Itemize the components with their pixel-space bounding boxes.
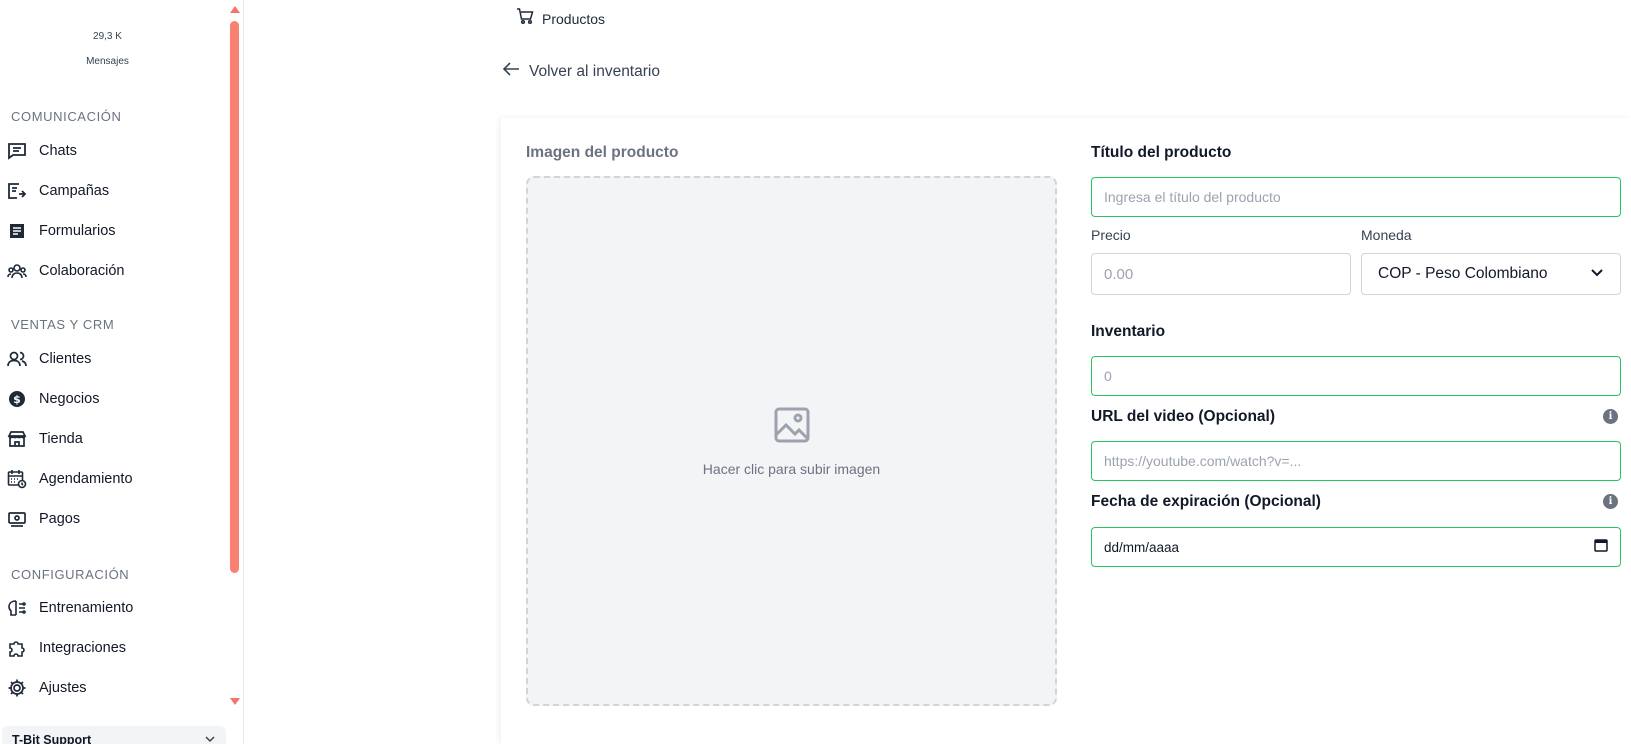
campaign-icon xyxy=(6,180,28,202)
cart-icon xyxy=(516,7,534,30)
gear-icon xyxy=(6,677,28,699)
sidebar-item-label: Agendamiento xyxy=(39,471,133,487)
sidebar-item-label: Chats xyxy=(39,143,77,159)
sidebar-item-training[interactable]: Entrenamiento xyxy=(6,592,221,624)
sidebar-item-label: Clientes xyxy=(39,351,92,367)
product-title-input[interactable] xyxy=(1091,177,1621,217)
back-to-inventory-link[interactable]: Volver al inventario xyxy=(502,61,660,82)
expiry-date-value: dd/mm/aaaa xyxy=(1104,539,1180,555)
expiry-date-input[interactable]: dd/mm/aaaa xyxy=(1091,527,1621,567)
account-name: T-Bit Support xyxy=(12,733,92,744)
sidebar-item-deals[interactable]: $ Negocios xyxy=(6,383,221,415)
messages-count: 29,3 K xyxy=(93,31,122,42)
sidebar-item-label: Tienda xyxy=(39,431,83,447)
team-icon xyxy=(6,260,28,282)
puzzle-icon xyxy=(6,637,28,659)
image-placeholder-icon xyxy=(773,406,811,449)
sidebar-item-forms[interactable]: Formularios xyxy=(6,215,221,247)
sidebar-scrollbar[interactable] xyxy=(229,6,240,710)
scroll-thumb[interactable] xyxy=(230,21,239,573)
svg-text:$: $ xyxy=(13,393,21,406)
brain-icon xyxy=(6,597,28,619)
video-url-label: URL del video (Opcional) xyxy=(1091,408,1276,425)
title-label: Título del producto xyxy=(1091,144,1232,161)
price-label: Precio xyxy=(1091,227,1131,243)
expiry-date-label: Fecha de expiración (Opcional) xyxy=(1091,493,1321,510)
sidebar-item-label: Pagos xyxy=(39,511,81,527)
sidebar-item-label: Integraciones xyxy=(39,640,127,656)
chevron-down-icon xyxy=(1590,265,1604,284)
users-icon xyxy=(6,348,28,370)
sidebar-item-scheduling[interactable]: Agendamiento xyxy=(6,463,221,495)
currency-select[interactable]: COP - Peso Colombiano xyxy=(1361,253,1621,295)
sidebar-item-clients[interactable]: Clientes xyxy=(6,343,221,375)
sidebar-item-integrations[interactable]: Integraciones xyxy=(6,632,221,664)
section-title-settings: Configuración xyxy=(11,567,130,582)
sidebar-item-campaigns[interactable]: Campañas xyxy=(6,175,221,207)
calendar-icon xyxy=(6,468,28,490)
sidebar-item-label: Formularios xyxy=(39,223,116,239)
sidebar-item-label: Ajustes xyxy=(39,680,87,696)
sidebar: 29,3 K Mensajes Comunicación Chats Campa… xyxy=(0,0,244,744)
image-upload-dropzone[interactable]: Hacer clic para subir imagen xyxy=(526,176,1057,706)
upload-hint: Hacer clic para subir imagen xyxy=(702,460,881,477)
sidebar-item-label: Colaboración xyxy=(39,263,125,279)
payment-icon xyxy=(6,508,28,530)
messages-label: Mensajes xyxy=(86,56,129,67)
calendar-icon[interactable] xyxy=(1594,538,1608,557)
currency-value: COP - Peso Colombiano xyxy=(1378,265,1548,282)
account-switcher[interactable]: T-Bit Support xyxy=(2,726,226,744)
sidebar-item-label: Entrenamiento xyxy=(39,600,134,616)
section-title-sales: Ventas y CRM xyxy=(11,317,115,332)
image-label: Imagen del producto xyxy=(526,144,679,161)
scroll-up-arrow-icon[interactable] xyxy=(230,6,240,13)
arrow-left-icon xyxy=(502,61,520,82)
inventory-label: Inventario xyxy=(1091,323,1166,340)
info-icon[interactable]: i xyxy=(1603,494,1618,509)
sidebar-item-store[interactable]: Tienda xyxy=(6,423,221,455)
back-link-label: Volver al inventario xyxy=(529,62,660,80)
video-url-input[interactable] xyxy=(1091,441,1621,481)
breadcrumb-label: Productos xyxy=(542,10,606,27)
sidebar-item-payments[interactable]: Pagos xyxy=(6,503,221,535)
form-icon xyxy=(6,220,28,242)
info-icon[interactable]: i xyxy=(1603,409,1618,424)
store-icon xyxy=(6,428,28,450)
sidebar-item-settings[interactable]: Ajustes xyxy=(6,672,221,704)
section-title-communication: Comunicación xyxy=(11,109,122,124)
scroll-down-arrow-icon[interactable] xyxy=(230,698,240,705)
price-input[interactable] xyxy=(1091,253,1351,295)
chevron-down-icon xyxy=(204,733,216,744)
sidebar-item-chats[interactable]: Chats xyxy=(6,135,221,167)
sidebar-item-collaboration[interactable]: Colaboración xyxy=(6,255,221,287)
currency-label: Moneda xyxy=(1361,227,1412,243)
inventory-input[interactable] xyxy=(1091,356,1621,396)
sidebar-item-label: Campañas xyxy=(39,183,110,199)
dollar-icon: $ xyxy=(6,388,28,410)
sidebar-item-label: Negocios xyxy=(39,391,100,407)
breadcrumb: Productos xyxy=(516,7,605,30)
chat-icon xyxy=(6,140,28,162)
